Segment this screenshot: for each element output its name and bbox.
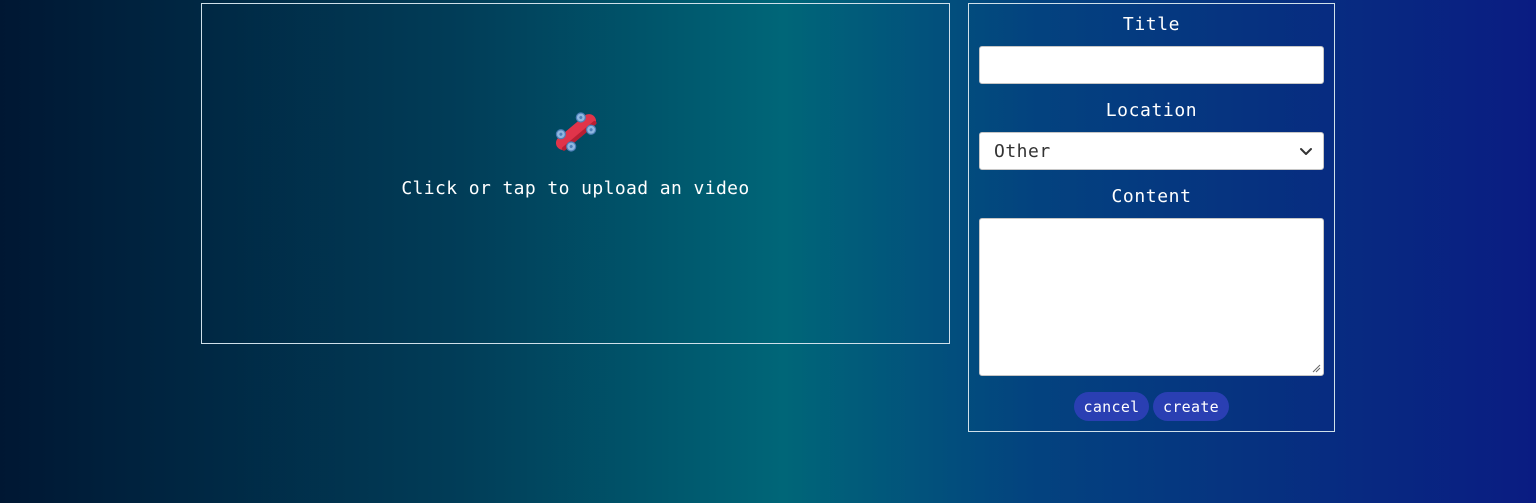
location-selected-value: Other — [994, 140, 1051, 162]
upload-prompt[interactable]: Click or tap to upload an video — [201, 178, 950, 199]
title-input[interactable] — [979, 46, 1324, 84]
skateboard-icon — [555, 112, 597, 152]
content-label: Content — [1111, 186, 1192, 207]
chevron-down-icon — [1300, 148, 1312, 155]
location-select[interactable]: Other — [979, 132, 1324, 170]
resize-grip-icon[interactable] — [1312, 364, 1321, 373]
cancel-button[interactable]: cancel — [1074, 392, 1149, 421]
video-upload-dropzone[interactable] — [201, 3, 950, 344]
location-label: Location — [1105, 100, 1198, 121]
create-button[interactable]: create — [1153, 392, 1229, 421]
content-textarea[interactable] — [979, 218, 1324, 376]
title-label: Title — [1122, 14, 1181, 35]
